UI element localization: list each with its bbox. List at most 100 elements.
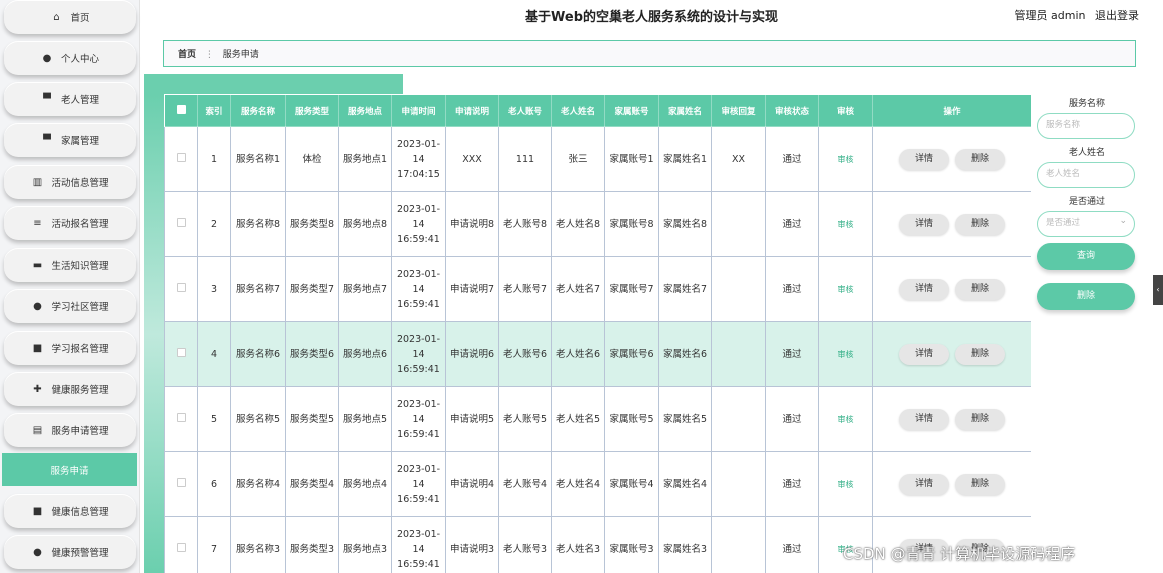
sidebar-item-2[interactable]: ▀ 老人管理 — [4, 82, 136, 116]
cell-elder-acct: 老人账号6 — [498, 321, 552, 387]
query-button[interactable]: 查询 — [1037, 243, 1135, 270]
user-icon: ● — [42, 52, 52, 64]
audit-link[interactable]: 审核 — [838, 285, 854, 294]
audit-cell: 审核 — [818, 451, 873, 517]
cell-elder-name: 老人姓名5 — [551, 386, 605, 452]
cell-status: 通过 — [765, 321, 819, 387]
column-header: 服务名称 — [230, 94, 286, 127]
row-checkbox[interactable] — [176, 477, 186, 487]
row-select-cell — [164, 256, 198, 322]
side-collapse-tab[interactable]: ‹ — [1153, 275, 1163, 305]
sidebar-item-5[interactable]: ≡ 活动报名管理 — [4, 206, 136, 240]
row-checkbox[interactable] — [176, 412, 186, 422]
sidebar-item-1[interactable]: ● 个人中心 — [4, 41, 136, 75]
monitor-icon: ▬ — [32, 259, 43, 271]
cell-family-name: 家属姓名1 — [658, 126, 712, 192]
cell-location: 服务地点3 — [338, 516, 392, 573]
cell-family-name: 家属姓名7 — [658, 256, 712, 322]
detail-button[interactable]: 详情 — [899, 148, 949, 170]
audit-link[interactable]: 审核 — [838, 220, 854, 229]
delete-button[interactable]: 删除 — [955, 213, 1005, 235]
column-header: 老人姓名 — [551, 94, 605, 127]
detail-button[interactable]: 详情 — [899, 278, 949, 300]
batch-delete-button[interactable]: 删除 — [1037, 283, 1135, 310]
cell-status: 通过 — [765, 191, 819, 257]
delete-button[interactable]: 删除 — [955, 148, 1005, 170]
cell-status: 通过 — [765, 126, 819, 192]
detail-button[interactable]: 详情 — [899, 343, 949, 365]
sidebar-item-13[interactable]: ● 健康预警管理 — [4, 535, 136, 569]
admin-user-label[interactable]: 管理员 admin — [1015, 9, 1086, 22]
breadcrumb-separator: ⋮ — [204, 50, 214, 60]
detail-button[interactable]: 详情 — [899, 213, 949, 235]
breadcrumb-home[interactable]: 首页 — [178, 50, 196, 60]
cell-desc: 申请说明6 — [445, 321, 499, 387]
cell-desc: XXX — [445, 126, 499, 192]
cell-elder-acct: 老人账号5 — [498, 386, 552, 452]
detail-button[interactable]: 详情 — [899, 473, 949, 495]
elder-name-input[interactable]: 老人姓名 — [1037, 162, 1135, 188]
column-header: 服务地点 — [338, 94, 392, 127]
cell-time: 2023-01-14 16:59:41 — [391, 191, 446, 257]
column-header: 老人账号 — [498, 94, 552, 127]
sidebar-item-8[interactable]: ■ 学习报名管理 — [4, 331, 136, 365]
table-row: 2 服务名称8 服务类型8 服务地点8 2023-01-14 16:59:41 申请说明8… — [164, 191, 1031, 257]
audit-link[interactable]: 审核 — [838, 415, 854, 424]
sidebar-item-9[interactable]: ✚ 健康服务管理 — [4, 372, 136, 406]
row-checkbox[interactable] — [176, 347, 186, 357]
cell-service-type: 服务类型5 — [285, 386, 339, 452]
cell-time: 2023-01-14 16:59:41 — [391, 256, 446, 322]
detail-button[interactable]: 详情 — [899, 408, 949, 430]
cell-service-name: 服务名称6 — [230, 321, 286, 387]
home-icon: ⌂ — [53, 11, 60, 23]
cell-location: 服务地点7 — [338, 256, 392, 322]
sidebar-item-7[interactable]: ● 学习社区管理 — [4, 289, 136, 323]
sidebar-item-11[interactable]: 服务申请 — [2, 453, 137, 486]
row-checkbox[interactable] — [176, 217, 186, 227]
row-checkbox[interactable] — [176, 152, 186, 162]
audit-link[interactable]: 审核 — [838, 155, 854, 164]
audit-link[interactable]: 审核 — [838, 480, 854, 489]
sidebar-item-6[interactable]: ▬ 生活知识管理 — [4, 248, 136, 282]
actions-cell: 详情 删除 — [872, 321, 1031, 387]
row-checkbox[interactable] — [176, 542, 186, 552]
sidebar-item-0[interactable]: ⌂ 首页 — [4, 0, 136, 34]
cell-elder-name: 老人姓名8 — [551, 191, 605, 257]
cell-family-acct: 家属账号3 — [604, 516, 659, 573]
cell-elder-acct: 111 — [498, 126, 552, 192]
approved-select[interactable]: 是否通过 ⌄ — [1037, 211, 1137, 237]
audit-cell: 审核 — [818, 256, 873, 322]
cell-family-acct: 家属账号6 — [604, 321, 659, 387]
delete-button[interactable]: 删除 — [955, 473, 1005, 495]
sidebar-item-label: 健康信息管理 — [51, 507, 109, 518]
row-checkbox[interactable] — [176, 282, 186, 292]
row-select-cell — [164, 126, 198, 192]
checkbox[interactable] — [176, 104, 186, 114]
delete-button[interactable]: 删除 — [955, 278, 1005, 300]
actions-cell: 详情 删除 — [872, 191, 1031, 257]
cell-family-name: 家属姓名6 — [658, 321, 712, 387]
delete-button[interactable]: 删除 — [955, 408, 1005, 430]
cell-family-acct: 家属账号5 — [604, 386, 659, 452]
cell-status: 通过 — [765, 516, 819, 573]
cell-elder-name: 老人姓名4 — [551, 451, 605, 517]
sidebar-item-3[interactable]: ▀ 家属管理 — [4, 123, 136, 157]
audit-cell: 审核 — [818, 386, 873, 452]
cell-status: 通过 — [765, 451, 819, 517]
cell-service-type: 服务类型8 — [285, 191, 339, 257]
grid-icon: ■ — [32, 342, 43, 354]
sidebar-item-4[interactable]: ▥ 活动信息管理 — [4, 165, 136, 199]
select-all-checkbox[interactable] — [164, 94, 198, 127]
table-row: 3 服务名称7 服务类型7 服务地点7 2023-01-14 16:59:41 申请说明7… — [164, 256, 1031, 322]
cell-location: 服务地点8 — [338, 191, 392, 257]
sidebar-item-12[interactable]: ■ 健康信息管理 — [4, 494, 136, 528]
row-select-cell — [164, 191, 198, 257]
delete-button[interactable]: 删除 — [955, 343, 1005, 365]
sidebar-item-10[interactable]: ▤ 服务申请管理 — [4, 413, 136, 447]
table-row: 4 服务名称6 服务类型6 服务地点6 2023-01-14 16:59:41 申请说明6… — [164, 321, 1031, 387]
actions-cell: 详情 删除 — [872, 386, 1031, 452]
logout-link[interactable]: 退出登录 — [1095, 9, 1139, 22]
audit-link[interactable]: 审核 — [838, 350, 854, 359]
service-name-input[interactable]: 服务名称 — [1037, 113, 1135, 139]
cell-elder-name: 老人姓名3 — [551, 516, 605, 573]
